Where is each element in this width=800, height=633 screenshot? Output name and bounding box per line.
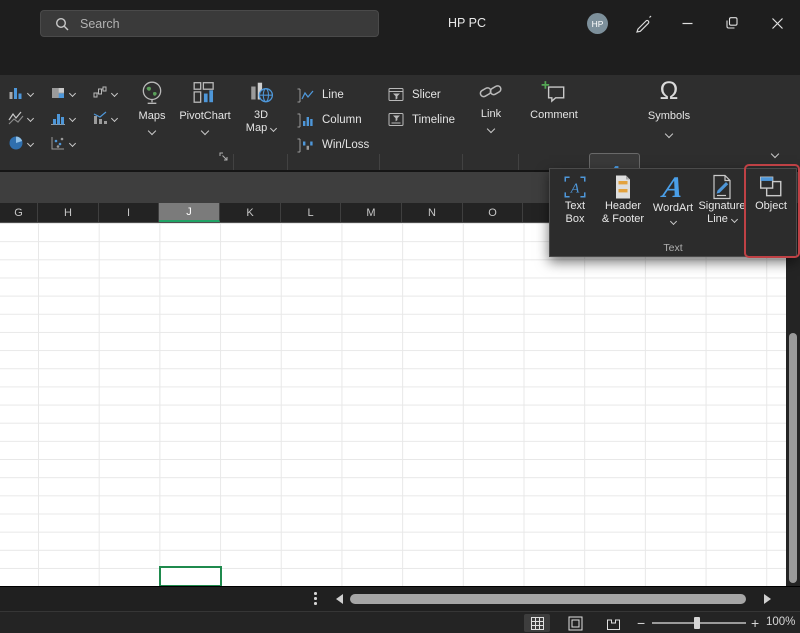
- column-header-k[interactable]: K: [220, 203, 281, 222]
- page-layout-icon: [568, 616, 583, 631]
- sparkline-column-icon: [296, 113, 316, 128]
- sparkline-winloss-icon: [296, 138, 316, 153]
- insert-pie-chart-button[interactable]: [8, 133, 33, 153]
- spreadsheet-grid[interactable]: [0, 223, 786, 586]
- column-header-j-selected[interactable]: J: [159, 203, 220, 222]
- line-chart-icon: [8, 110, 24, 126]
- text-box-button[interactable]: A Text Box: [554, 174, 596, 226]
- new-comment-button[interactable]: Comment: [522, 80, 586, 122]
- horizontal-scrollbar-row: [0, 586, 800, 612]
- column-header-h[interactable]: H: [38, 203, 99, 222]
- normal-view-button[interactable]: [524, 614, 550, 632]
- page-layout-view-button[interactable]: [562, 614, 588, 632]
- pen-mode-button[interactable]: [628, 9, 658, 39]
- wordart-button[interactable]: A WordArt: [650, 174, 696, 224]
- timeline-button[interactable]: Timeline: [388, 109, 455, 131]
- signature-line-button[interactable]: Signature Line: [697, 174, 747, 226]
- three-d-map-icon: [248, 80, 274, 106]
- svg-text:A: A: [570, 180, 580, 196]
- column-header-o[interactable]: O: [463, 203, 523, 222]
- excel-window: HP PC HP View Au: [0, 0, 800, 633]
- search-icon: [55, 17, 69, 31]
- pie-chart-icon: [8, 135, 24, 151]
- symbols-group-button[interactable]: Ω Symbols: [641, 78, 697, 137]
- pivotchart-icon: [192, 80, 218, 106]
- zoom-level[interactable]: 100%: [766, 616, 795, 628]
- avatar[interactable]: HP: [587, 13, 608, 34]
- pivotchart-button[interactable]: PivotChart: [177, 80, 233, 134]
- zoom-in-button[interactable]: +: [751, 615, 759, 631]
- sparkline-line-icon: [296, 88, 316, 103]
- treemap-chart-icon: [50, 85, 66, 101]
- object-icon: [758, 174, 784, 200]
- pen-icon: [633, 14, 653, 34]
- histogram-chart-icon: [50, 110, 66, 126]
- sparkline-column-button[interactable]: Column: [296, 109, 362, 131]
- restore-button[interactable]: [717, 8, 747, 38]
- scroll-left-arrow-icon[interactable]: [336, 594, 343, 604]
- maps-globe-icon: [139, 80, 165, 106]
- charts-dialog-launcher-icon[interactable]: [218, 151, 229, 162]
- insert-statistic-chart-button[interactable]: [50, 108, 75, 128]
- status-bar: − + 100%: [0, 611, 800, 633]
- close-button[interactable]: [762, 8, 792, 38]
- new-comment-icon: [540, 80, 568, 106]
- minimize-icon: [682, 18, 693, 29]
- slicer-button[interactable]: Slicer: [388, 84, 441, 106]
- search-input[interactable]: [78, 16, 332, 32]
- wordart-icon: A: [661, 174, 685, 202]
- close-icon: [772, 18, 783, 29]
- maps-button[interactable]: Maps: [127, 80, 177, 134]
- omega-icon: Ω: [660, 78, 679, 104]
- column-header-l[interactable]: L: [281, 203, 341, 222]
- title-bar: HP PC HP: [0, 0, 800, 47]
- column-header-g[interactable]: G: [0, 203, 38, 222]
- normal-view-icon: [530, 616, 545, 631]
- slicer-icon: [388, 87, 406, 103]
- header-footer-icon: [611, 174, 635, 200]
- text-flyout-panel: A Text Box Header & Footer A WordArt: [549, 168, 797, 257]
- header-footer-button[interactable]: Header & Footer: [596, 174, 650, 226]
- vertical-scrollbar[interactable]: [786, 203, 800, 586]
- page-break-preview-icon: [606, 616, 621, 631]
- signature-line-icon: [710, 174, 734, 200]
- scatter-chart-icon: [50, 135, 66, 151]
- link-icon: [477, 80, 505, 104]
- minimize-button[interactable]: [672, 8, 702, 38]
- insert-hierarchy-chart-button[interactable]: [50, 83, 75, 103]
- account-name: HP PC: [448, 16, 486, 30]
- active-cell[interactable]: [159, 566, 222, 587]
- insert-combo-chart-button[interactable]: [92, 108, 117, 128]
- search-box[interactable]: [40, 10, 379, 37]
- page-break-preview-button[interactable]: [600, 614, 626, 632]
- restore-icon: [726, 17, 738, 29]
- timeline-icon: [388, 112, 406, 128]
- insert-line-chart-button[interactable]: [8, 108, 33, 128]
- insert-column-chart-button[interactable]: [8, 83, 33, 103]
- insert-scatter-chart-button[interactable]: [50, 133, 75, 153]
- scroll-right-arrow-icon[interactable]: [764, 594, 771, 604]
- text-flyout-group-label: Text: [550, 242, 796, 254]
- sparkline-line-button[interactable]: Line: [296, 84, 344, 106]
- sparkline-winloss-button[interactable]: Win/Loss: [296, 134, 369, 156]
- waterfall-chart-icon: [92, 85, 108, 101]
- object-button[interactable]: Object: [750, 174, 792, 213]
- insert-waterfall-chart-button[interactable]: [92, 83, 117, 103]
- sheet-tabs-splitter-icon[interactable]: [314, 592, 317, 605]
- text-box-icon: A: [562, 174, 588, 200]
- column-chart-icon: [8, 85, 24, 101]
- ribbon-tab-bar: View Automate Developer Help ACROBAT Com…: [0, 47, 800, 75]
- horizontal-scrollbar-thumb[interactable]: [350, 594, 746, 604]
- vertical-scrollbar-thumb[interactable]: [789, 333, 797, 583]
- collapse-ribbon-chevron-icon[interactable]: [771, 150, 779, 158]
- link-button[interactable]: Link: [466, 80, 516, 132]
- zoom-slider-handle[interactable]: [694, 617, 700, 629]
- column-header-n[interactable]: N: [402, 203, 463, 222]
- column-header-i[interactable]: I: [99, 203, 159, 222]
- three-d-map-button[interactable]: 3D Map: [238, 80, 284, 135]
- combo-chart-icon: [92, 110, 108, 126]
- zoom-out-button[interactable]: −: [637, 615, 645, 631]
- column-header-m[interactable]: M: [341, 203, 402, 222]
- ribbon: Maps PivotChart 3D Map: [0, 75, 800, 170]
